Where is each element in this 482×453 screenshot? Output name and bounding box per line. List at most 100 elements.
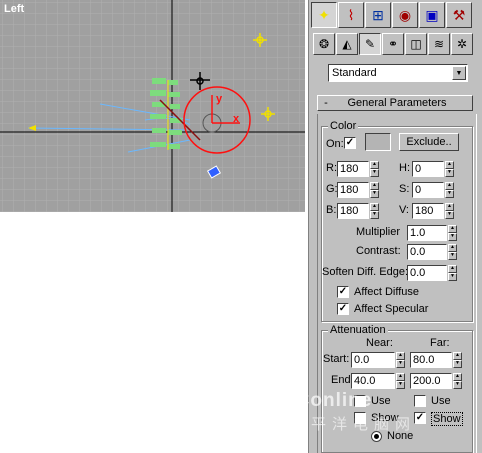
near-start-arrows[interactable]: ▲ ▼ bbox=[396, 352, 405, 368]
axis-y-label: y bbox=[216, 93, 223, 105]
hue-arrows[interactable]: ▲ ▼ bbox=[445, 161, 454, 177]
near-end-arrows[interactable]: ▲ ▼ bbox=[396, 373, 405, 389]
helpers-tab[interactable]: ◫ bbox=[405, 33, 427, 55]
shapes-icon: ◭ bbox=[342, 37, 352, 51]
motion-tab[interactable]: ◉ bbox=[392, 2, 418, 28]
none-radio[interactable] bbox=[371, 431, 382, 442]
modify-tab[interactable]: ⌇ bbox=[338, 2, 364, 28]
far-end-value[interactable]: 200.0 bbox=[410, 373, 452, 389]
systems-icon: ✲ bbox=[456, 37, 468, 51]
cameras-tab[interactable]: ⚭ bbox=[382, 33, 404, 55]
value-spinner[interactable]: 180 ▲ ▼ bbox=[412, 203, 454, 219]
value-value[interactable]: 180 bbox=[412, 203, 444, 219]
far-use-label: Use bbox=[431, 395, 451, 407]
far-start-value[interactable]: 80.0 bbox=[410, 352, 452, 368]
general-parameters-rollout[interactable]: - General Parameters bbox=[317, 95, 473, 111]
near-start-spinner[interactable]: 0.0 ▲ ▼ bbox=[351, 352, 405, 368]
contrast-arrows[interactable]: ▲ ▼ bbox=[448, 244, 457, 260]
multiplier-spinner[interactable]: 1.0 ▲ ▼ bbox=[407, 225, 457, 241]
green-arrows[interactable]: ▲ ▼ bbox=[370, 182, 379, 198]
create-tab[interactable]: ✦ bbox=[311, 2, 337, 28]
saturation-spinner[interactable]: 0 ▲ ▼ bbox=[412, 182, 454, 198]
value-arrows[interactable]: ▲ ▼ bbox=[445, 203, 454, 219]
soften-diff-edge-value[interactable]: 0.0 bbox=[407, 265, 447, 281]
space-warps-icon: ≋ bbox=[433, 37, 445, 51]
soften-diff-edge-spinner[interactable]: 0.0 ▲ ▼ bbox=[407, 265, 457, 281]
near-start-value[interactable]: 0.0 bbox=[351, 352, 395, 368]
utilities-tab[interactable]: ⚒ bbox=[446, 2, 472, 28]
red-arrows[interactable]: ▲ ▼ bbox=[370, 161, 379, 177]
far-start-spinner[interactable]: 80.0 ▲ ▼ bbox=[410, 352, 462, 368]
hue-value[interactable]: 0 bbox=[412, 161, 444, 177]
viewport-label[interactable]: Left bbox=[4, 3, 24, 15]
blue-value[interactable]: 180 bbox=[337, 203, 369, 219]
color-group: Color On: ✓ Exclude.. R: 180 ▲ ▼ H: 0 ▲ ▼ … bbox=[321, 120, 473, 322]
lights-tab[interactable]: ✎ bbox=[359, 33, 381, 55]
lights-icon: ✎ bbox=[364, 37, 376, 51]
near-show-checkbox[interactable] bbox=[354, 412, 366, 424]
cameras-icon: ⚭ bbox=[387, 37, 399, 51]
helpers-icon: ◫ bbox=[410, 37, 422, 51]
affect-specular-checkbox[interactable]: ✓ bbox=[337, 303, 349, 315]
systems-tab[interactable]: ✲ bbox=[451, 33, 473, 55]
affect-diffuse-checkbox[interactable]: ✓ bbox=[337, 286, 349, 298]
chevron-down-icon[interactable]: ▼ bbox=[452, 66, 466, 80]
utilities-icon: ⚒ bbox=[452, 6, 466, 23]
v-label: V: bbox=[399, 204, 409, 216]
soften-diff-edge-arrows[interactable]: ▲ ▼ bbox=[448, 265, 457, 281]
light-color-swatch[interactable] bbox=[365, 133, 391, 151]
multiplier-value[interactable]: 1.0 bbox=[407, 225, 447, 241]
g-label: G: bbox=[326, 183, 338, 195]
red-spinner[interactable]: 180 ▲ ▼ bbox=[337, 161, 379, 177]
left-viewport[interactable]: y x Left bbox=[0, 0, 305, 212]
display-icon: ▣ bbox=[425, 6, 439, 23]
green-value[interactable]: 180 bbox=[337, 182, 369, 198]
geometry-tab[interactable]: ❂ bbox=[313, 33, 335, 55]
near-end-value[interactable]: 40.0 bbox=[351, 373, 395, 389]
hue-spinner[interactable]: 0 ▲ ▼ bbox=[412, 161, 454, 177]
on-checkbox[interactable]: ✓ bbox=[344, 137, 356, 149]
attenuation-group-title: Attenuation bbox=[328, 324, 388, 336]
display-tab[interactable]: ▣ bbox=[419, 2, 445, 28]
create-icon: ✦ bbox=[318, 6, 330, 23]
near-use-checkbox[interactable] bbox=[354, 395, 366, 407]
viewport-canvas[interactable]: y x bbox=[0, 0, 305, 212]
contrast-spinner[interactable]: 0.0 ▲ ▼ bbox=[407, 244, 457, 260]
saturation-value[interactable]: 0 bbox=[412, 182, 444, 198]
near-show-label: Show bbox=[371, 412, 399, 424]
blue-arrows[interactable]: ▲ ▼ bbox=[370, 203, 379, 219]
near-end-spinner[interactable]: 40.0 ▲ ▼ bbox=[351, 373, 405, 389]
multiplier-arrows[interactable]: ▲ ▼ bbox=[448, 225, 457, 241]
saturation-arrows[interactable]: ▲ ▼ bbox=[445, 182, 454, 198]
motion-icon: ◉ bbox=[398, 6, 412, 23]
far-use-checkbox[interactable] bbox=[414, 395, 426, 407]
contrast-value[interactable]: 0.0 bbox=[407, 244, 447, 260]
near-label: Near: bbox=[366, 337, 393, 349]
contrast-label: Contrast: bbox=[356, 245, 401, 257]
affect-diffuse-label: Affect Diffuse bbox=[354, 286, 420, 298]
affect-specular-label: Affect Specular bbox=[354, 303, 429, 315]
red-value[interactable]: 180 bbox=[337, 161, 369, 177]
attenuation-group: Attenuation Near: Far: Start: 0.0 ▲ ▼ 80.… bbox=[321, 324, 473, 453]
far-end-spinner[interactable]: 200.0 ▲ ▼ bbox=[410, 373, 462, 389]
far-show-checkbox[interactable]: ✓ bbox=[414, 412, 426, 424]
category-dropdown-value: Standard bbox=[332, 67, 377, 79]
modify-icon: ⌇ bbox=[347, 6, 355, 23]
b-label: B: bbox=[326, 204, 337, 216]
exclude-button[interactable]: Exclude.. bbox=[399, 133, 459, 151]
category-dropdown[interactable]: Standard ▼ bbox=[328, 64, 468, 82]
main-tab-row: ✦ ⌇ ⊞ ◉ ▣ ⚒ bbox=[311, 2, 472, 28]
far-end-arrows[interactable]: ▲ ▼ bbox=[453, 373, 462, 389]
near-use-label: Use bbox=[371, 395, 391, 407]
hierarchy-tab[interactable]: ⊞ bbox=[365, 2, 391, 28]
blue-spinner[interactable]: 180 ▲ ▼ bbox=[337, 203, 379, 219]
space-warps-tab[interactable]: ≋ bbox=[428, 33, 450, 55]
color-group-title: Color bbox=[328, 120, 359, 132]
soften-diff-edge-label: Soften Diff. Edge: bbox=[322, 266, 409, 278]
shapes-tab[interactable]: ◭ bbox=[336, 33, 358, 55]
green-spinner[interactable]: 180 ▲ ▼ bbox=[337, 182, 379, 198]
on-label: On: bbox=[326, 138, 344, 150]
s-label: S: bbox=[399, 183, 410, 195]
none-label: None bbox=[387, 430, 414, 442]
far-start-arrows[interactable]: ▲ ▼ bbox=[453, 352, 462, 368]
